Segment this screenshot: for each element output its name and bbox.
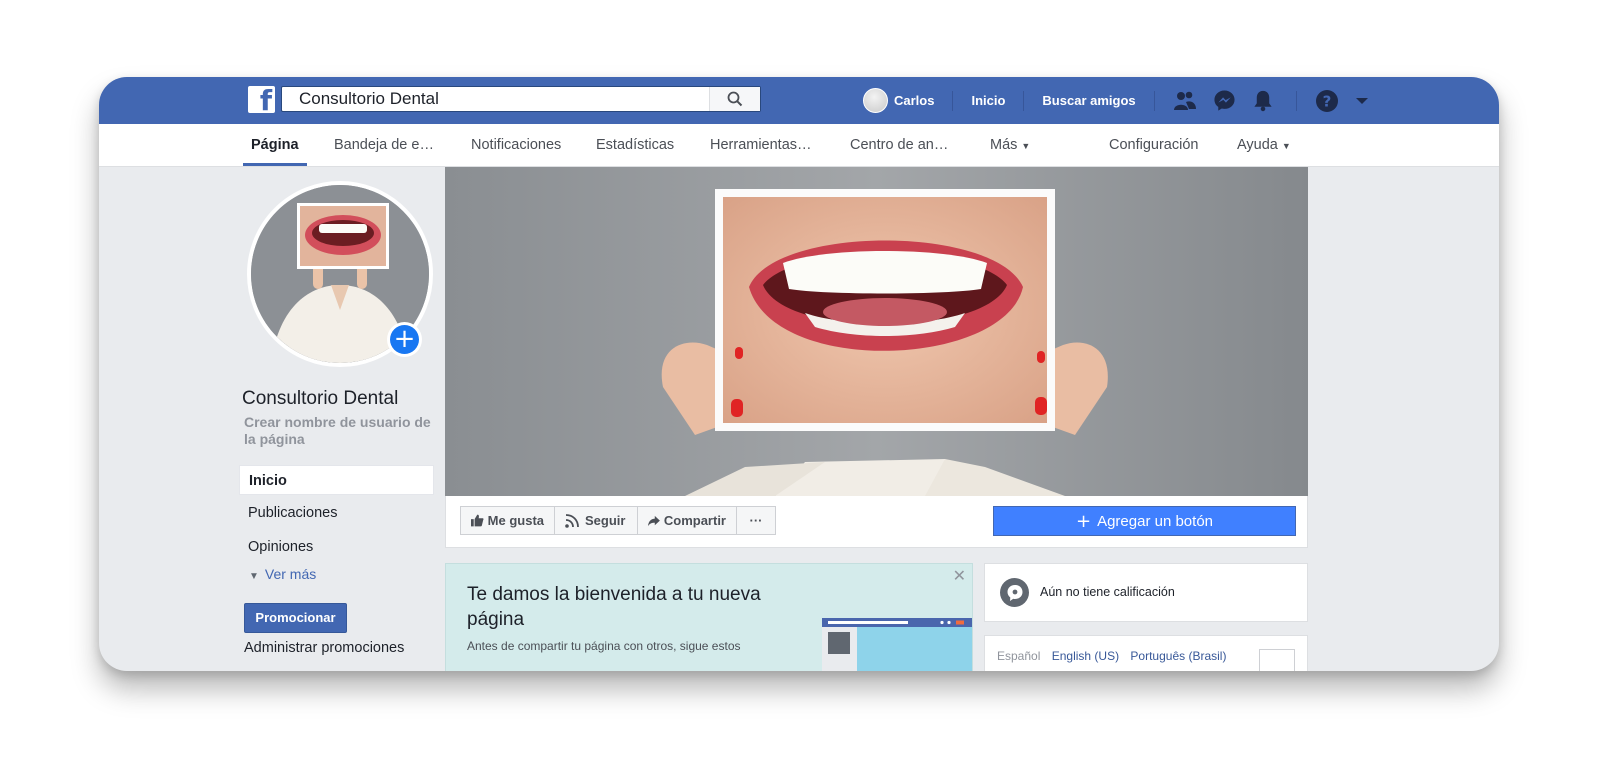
svg-text:?: ? — [1322, 92, 1331, 110]
facebook-logo-icon[interactable]: f — [248, 86, 275, 115]
browser-window: f Carlos Inicio Buscar amigos — [99, 77, 1499, 671]
cover-photo[interactable] — [445, 167, 1308, 496]
search-box — [281, 86, 761, 112]
messenger-icon[interactable] — [1213, 89, 1236, 112]
search-button[interactable] — [709, 87, 760, 111]
divider — [1153, 90, 1155, 111]
current-language: Español — [997, 649, 1041, 663]
tab-settings[interactable]: Configuración — [1109, 124, 1198, 166]
cover-photo-image — [445, 167, 1308, 496]
caret-down-icon: ▼ — [1021, 141, 1031, 151]
sidebar-item-home[interactable]: Inicio — [239, 465, 434, 495]
see-more-link[interactable]: ▼ Ver más — [249, 566, 316, 582]
sidebar-item-reviews[interactable]: Opiniones — [239, 532, 434, 562]
tab-notifications[interactable]: Notificaciones — [471, 124, 561, 166]
tab-help[interactable]: Ayuda ▼ — [1237, 124, 1291, 166]
user-name-link[interactable]: Carlos — [894, 93, 934, 108]
share-label: Compartir — [663, 513, 726, 528]
rating-text: Aún no tiene calificación — [1040, 585, 1175, 599]
account-menu-caret-icon[interactable] — [1355, 96, 1369, 106]
share-button[interactable]: Compartir — [637, 506, 737, 535]
triangle-down-icon: ▼ — [249, 571, 259, 582]
divider — [1023, 90, 1025, 111]
page-title[interactable]: Consultorio Dental — [242, 388, 398, 410]
search-icon — [727, 91, 743, 107]
rating-chat-icon — [1000, 578, 1029, 607]
like-button[interactable]: Me gusta — [460, 506, 555, 535]
share-arrow-icon — [648, 515, 660, 526]
plus-icon: + — [1075, 510, 1092, 532]
promote-button[interactable]: Promocionar — [244, 603, 347, 633]
add-profile-photo-button[interactable]: + — [387, 322, 422, 357]
tab-more-label: Más — [990, 137, 1018, 153]
see-more-label: Ver más — [264, 566, 317, 582]
more-options-button[interactable]: ··· — [736, 506, 776, 535]
welcome-title: Te damos la bienvenida a tu nueva página — [467, 584, 761, 630]
rating-card: Aún no tiene calificación — [984, 563, 1308, 622]
language-link-portuguese[interactable]: Português (Brasil) — [1130, 649, 1226, 663]
divider — [952, 90, 954, 111]
tab-ad-center[interactable]: Centro de an… — [850, 124, 948, 166]
thumbs-up-icon — [471, 514, 484, 527]
language-link-english[interactable]: English (US) — [1052, 649, 1119, 663]
languages-card: Español English (US) Português (Brasil) — [984, 635, 1308, 671]
close-icon[interactable]: ✕ — [953, 566, 966, 586]
like-label: Me gusta — [487, 513, 544, 528]
help-icon[interactable]: ? — [1315, 89, 1339, 113]
search-input[interactable] — [282, 87, 712, 111]
top-bar: f Carlos Inicio Buscar amigos — [99, 77, 1499, 124]
tab-insights[interactable]: Estadísticas — [596, 124, 674, 166]
user-avatar[interactable] — [863, 88, 888, 113]
top-right-nav: Carlos Inicio Buscar amigos ? — [863, 77, 1385, 124]
tab-tools[interactable]: Herramientas… — [710, 124, 812, 166]
home-link[interactable]: Inicio — [971, 93, 1005, 108]
tab-page[interactable]: Página — [243, 124, 307, 166]
add-language-button[interactable] — [1259, 649, 1295, 671]
sidebar-item-posts[interactable]: Publicaciones — [239, 498, 434, 528]
rss-follow-icon — [565, 513, 579, 528]
language-list: Español English (US) Português (Brasil) — [997, 649, 1226, 663]
tab-help-label: Ayuda — [1237, 137, 1278, 153]
page-action-bar: Me gusta Seguir Compartir ··· + Agregar … — [445, 496, 1308, 548]
tab-inbox[interactable]: Bandeja de e… — [334, 124, 434, 166]
create-username-link[interactable]: Crear nombre de usuario de la página — [244, 414, 434, 448]
find-friends-link[interactable]: Buscar amigos — [1042, 93, 1135, 108]
page-nav-bar: Página Bandeja de e… Notificaciones Esta… — [99, 124, 1499, 167]
friend-requests-icon[interactable] — [1173, 90, 1197, 112]
follow-button[interactable]: Seguir — [554, 506, 638, 535]
manage-promotions-link[interactable]: Administrar promociones — [244, 640, 404, 656]
page-preview-illustration — [822, 618, 972, 671]
follow-label: Seguir — [585, 513, 626, 528]
notifications-bell-icon[interactable] — [1252, 89, 1274, 112]
add-button-label: Agregar un botón — [1097, 512, 1213, 530]
caret-down-icon: ▼ — [1281, 141, 1291, 151]
plus-icon: + — [390, 325, 419, 354]
welcome-text: Antes de compartir tu página con otros, … — [467, 639, 741, 653]
divider — [1295, 90, 1297, 111]
welcome-card: Te damos la bienvenida a tu nueva página… — [445, 563, 973, 671]
tab-more[interactable]: Más ▼ — [990, 124, 1030, 166]
add-button-button[interactable]: + Agregar un botón — [993, 506, 1296, 536]
